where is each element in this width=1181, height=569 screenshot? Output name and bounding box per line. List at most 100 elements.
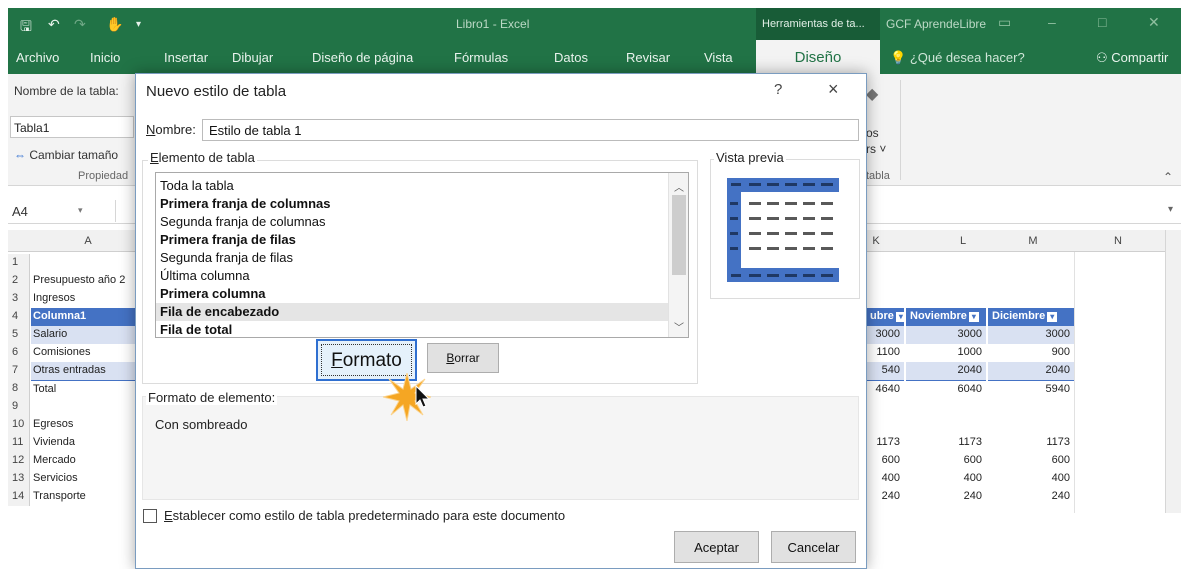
- row-number[interactable]: 7: [8, 362, 30, 380]
- cell-value[interactable]: 6040: [906, 380, 986, 398]
- cell-a[interactable]: Columna1: [31, 308, 136, 326]
- cell-value[interactable]: 900: [988, 344, 1074, 362]
- cell-value[interactable]: 1100: [866, 344, 904, 362]
- cell-a[interactable]: Ingresos: [31, 290, 136, 308]
- tab-datos[interactable]: Datos: [554, 50, 588, 65]
- save-icon[interactable]: 🖫: [20, 16, 32, 40]
- row-number[interactable]: 11: [8, 434, 30, 452]
- cell-a[interactable]: [31, 398, 136, 416]
- tab-archivo[interactable]: Archivo: [16, 50, 59, 65]
- cell-value[interactable]: 600: [866, 452, 904, 470]
- cell-value[interactable]: 2040: [988, 362, 1074, 380]
- filter-dropdown-icon[interactable]: ▾: [895, 312, 904, 322]
- row-number[interactable]: 1: [8, 254, 30, 272]
- scroll-up-icon[interactable]: ︿: [674, 179, 684, 194]
- close-button[interactable]: ×: [828, 79, 839, 100]
- table-header-cell[interactable]: Noviembre ▾: [906, 308, 986, 326]
- table-header-cell[interactable]: Diciembre ▾: [988, 308, 1074, 326]
- row-number[interactable]: 12: [8, 452, 30, 470]
- cell-a[interactable]: Servicios: [31, 470, 136, 488]
- maximize-icon[interactable]: □: [1098, 14, 1106, 30]
- undo-icon[interactable]: ↶: [48, 16, 60, 33]
- tab-formulas[interactable]: Fórmulas: [454, 50, 508, 65]
- ok-button[interactable]: Aceptar: [674, 531, 759, 563]
- table-element-item[interactable]: Fila de encabezado: [156, 303, 668, 321]
- cell-value[interactable]: 400: [866, 470, 904, 488]
- cell-value[interactable]: [866, 416, 904, 434]
- filter-dropdown-icon[interactable]: ▾: [968, 312, 979, 322]
- column-header-n[interactable]: N: [1078, 235, 1158, 247]
- row-number[interactable]: 4: [8, 308, 30, 326]
- clear-button[interactable]: Borrar: [427, 343, 499, 373]
- resize-table-button[interactable]: ⇔ Cambiar tamaño: [14, 148, 118, 162]
- cell-value[interactable]: 5940: [988, 380, 1074, 398]
- cell-a[interactable]: Transporte: [31, 488, 136, 506]
- cell-value[interactable]: [906, 416, 986, 434]
- cell-a[interactable]: Total: [31, 380, 136, 398]
- cell-a[interactable]: [31, 254, 136, 272]
- style-name-input[interactable]: [202, 119, 859, 141]
- tab-vista[interactable]: Vista: [704, 50, 733, 65]
- table-element-item[interactable]: Última columna: [156, 267, 668, 285]
- cell-value[interactable]: 1173: [988, 434, 1074, 452]
- cell-value[interactable]: [866, 398, 904, 416]
- tab-revisar[interactable]: Revisar: [626, 50, 670, 65]
- default-style-checkbox-label[interactable]: Establecer como estilo de tabla predeter…: [164, 508, 565, 523]
- row-number[interactable]: 9: [8, 398, 30, 416]
- cell-value[interactable]: 3000: [866, 326, 904, 344]
- expand-formula-bar-icon[interactable]: ▾: [1168, 204, 1173, 215]
- table-header-cell[interactable]: ubre ▾: [866, 308, 904, 326]
- tab-insertar[interactable]: Insertar: [164, 50, 208, 65]
- cell-value[interactable]: 1173: [866, 434, 904, 452]
- cell-value[interactable]: 1000: [906, 344, 986, 362]
- tab-inicio[interactable]: Inicio: [90, 50, 120, 65]
- close-window-icon[interactable]: ✕: [1148, 14, 1160, 31]
- cell-value[interactable]: 400: [906, 470, 986, 488]
- cell-a[interactable]: Presupuesto año 2: [31, 272, 136, 290]
- name-box[interactable]: A4 ▾: [8, 200, 116, 222]
- table-element-item[interactable]: Segunda franja de filas: [156, 249, 668, 267]
- table-element-item[interactable]: Segunda franja de columnas: [156, 213, 668, 231]
- table-element-item[interactable]: Primera franja de columnas: [156, 195, 668, 213]
- cancel-button[interactable]: Cancelar: [771, 531, 856, 563]
- collapse-ribbon-icon[interactable]: ⌃: [1163, 170, 1173, 184]
- row-number[interactable]: 14: [8, 488, 30, 506]
- row-number[interactable]: 2: [8, 272, 30, 290]
- list-scroll-thumb[interactable]: [672, 195, 686, 275]
- cell-a[interactable]: Mercado: [31, 452, 136, 470]
- table-element-list[interactable]: Toda la tabla Primera franja de columnas S…: [155, 172, 689, 338]
- cell-a[interactable]: Salario: [31, 326, 136, 344]
- cell-value[interactable]: [906, 398, 986, 416]
- cell-value[interactable]: 3000: [906, 326, 986, 344]
- column-header-k[interactable]: K: [866, 235, 886, 247]
- cell-value[interactable]: 240: [988, 488, 1074, 506]
- table-name-input[interactable]: Tabla1: [10, 116, 134, 138]
- cell-value[interactable]: 240: [866, 488, 904, 506]
- cell-value[interactable]: 600: [906, 452, 986, 470]
- redo-icon[interactable]: ↷: [74, 16, 86, 33]
- cell-a[interactable]: Egresos: [31, 416, 136, 434]
- cell-value[interactable]: 600: [988, 452, 1074, 470]
- default-style-checkbox[interactable]: [143, 509, 157, 523]
- list-scrollbar[interactable]: ︿ ﹀: [668, 173, 688, 337]
- tab-dibujar[interactable]: Dibujar: [232, 50, 273, 65]
- cell-value[interactable]: 3000: [988, 326, 1074, 344]
- column-header-m[interactable]: M: [993, 235, 1073, 247]
- cell-value[interactable]: [988, 398, 1074, 416]
- cell-value[interactable]: 240: [906, 488, 986, 506]
- filter-dropdown-icon[interactable]: ▾: [1047, 312, 1058, 322]
- cell-value[interactable]: 540: [866, 362, 904, 380]
- cell-a[interactable]: Comisiones: [31, 344, 136, 362]
- table-element-item[interactable]: Toda la tabla: [156, 177, 668, 195]
- row-number[interactable]: 5: [8, 326, 30, 344]
- row-number[interactable]: 3: [8, 290, 30, 308]
- name-box-dropdown-icon[interactable]: ▾: [78, 205, 83, 216]
- cell-value[interactable]: [988, 416, 1074, 434]
- cell-value[interactable]: 2040: [906, 362, 986, 380]
- ribbon-display-icon[interactable]: ▭: [998, 14, 1011, 31]
- table-element-item[interactable]: Fila de total: [156, 321, 668, 337]
- cell-a[interactable]: Otras entradas: [31, 362, 136, 380]
- table-element-item[interactable]: Primera franja de filas: [156, 231, 668, 249]
- cell-a[interactable]: Vivienda: [31, 434, 136, 452]
- help-button[interactable]: ?: [774, 81, 782, 98]
